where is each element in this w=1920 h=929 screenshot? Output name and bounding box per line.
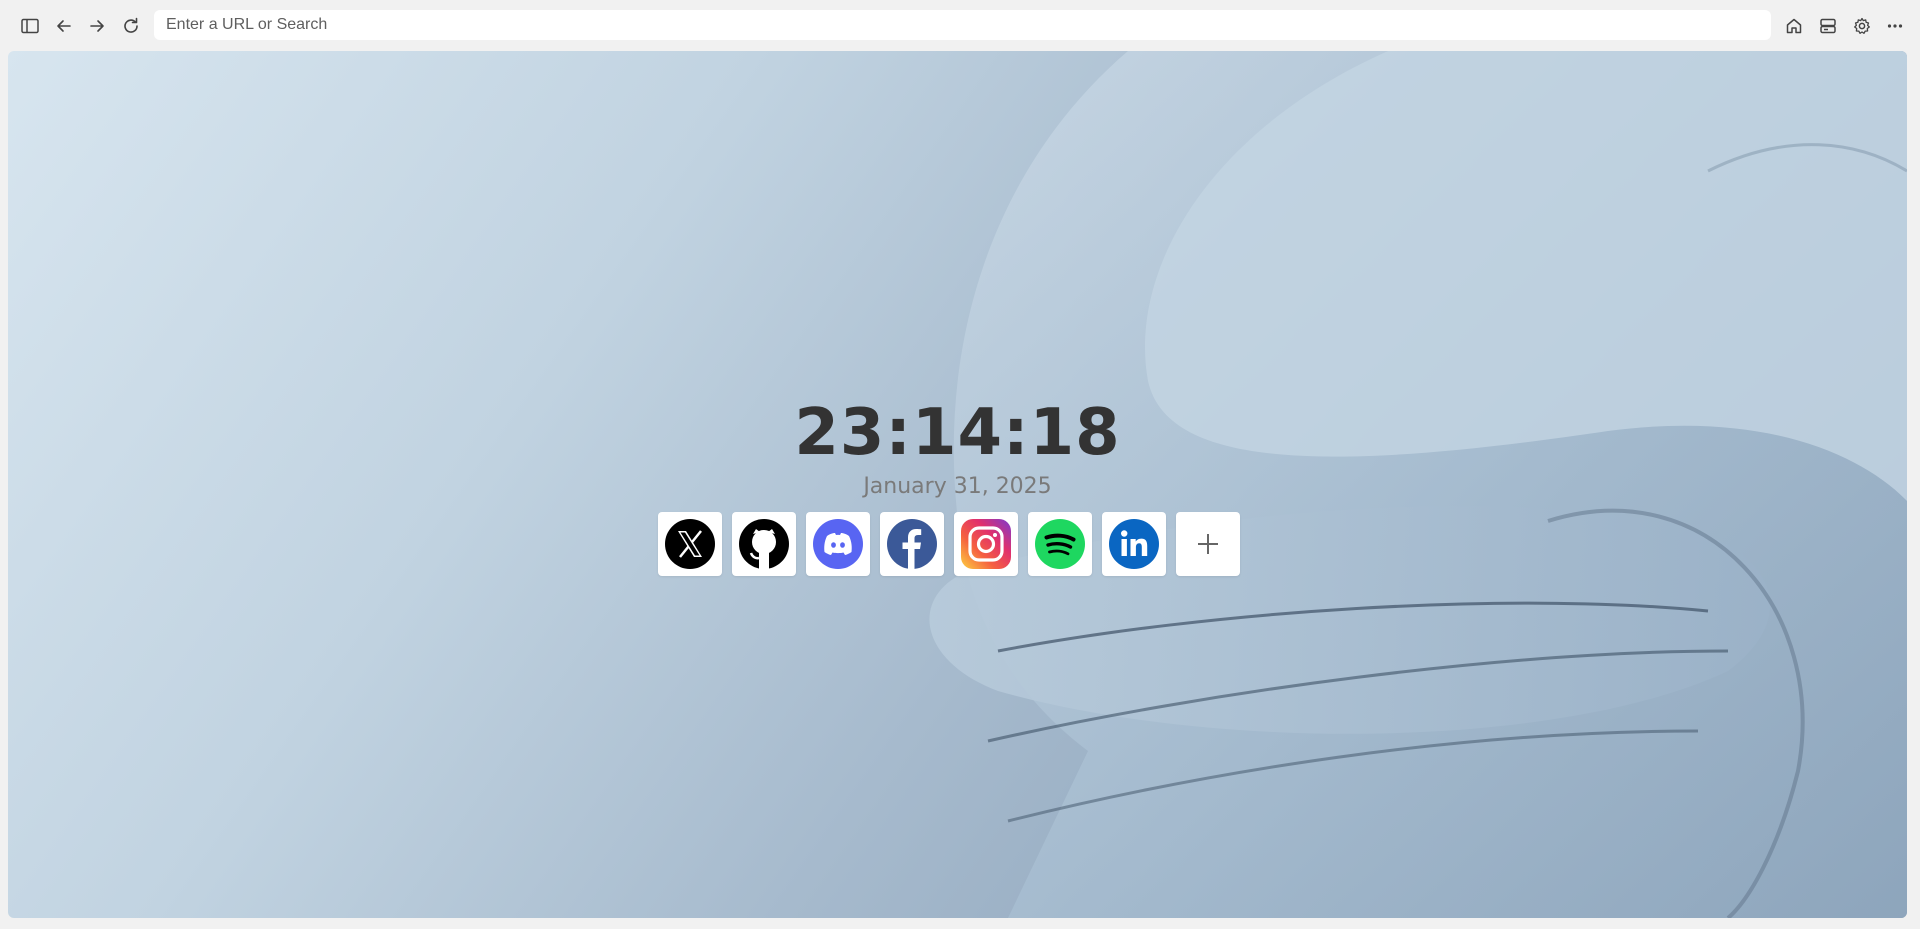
shortcut-facebook[interactable]: [880, 512, 944, 576]
spotify-icon: [1035, 519, 1085, 569]
url-input[interactable]: [164, 15, 1761, 35]
reload-button[interactable]: [117, 12, 145, 40]
storage-button[interactable]: [1814, 12, 1842, 40]
plus-icon: [1198, 534, 1218, 554]
reload-icon: [124, 17, 138, 33]
github-icon: [739, 519, 789, 569]
gear-icon: [1854, 17, 1870, 34]
linkedin-icon: [1109, 519, 1159, 569]
facebook-icon: [887, 519, 937, 569]
x-icon: [665, 519, 715, 569]
shortcut-spotify[interactable]: [1028, 512, 1092, 576]
shortcut-discord[interactable]: [806, 512, 870, 576]
clock-time: 23:14:18: [794, 396, 1121, 470]
more-button[interactable]: [1881, 12, 1909, 40]
forward-arrow-icon: [90, 20, 104, 32]
instagram-icon: [961, 519, 1011, 569]
shortcut-tiles: [658, 512, 1240, 576]
settings-button[interactable]: [1848, 12, 1876, 40]
shortcut-github[interactable]: [732, 512, 796, 576]
forward-button[interactable]: [83, 12, 111, 40]
shortcut-instagram[interactable]: [954, 512, 1018, 576]
new-tab-page: 23:14:18 January 31, 2025: [8, 51, 1907, 918]
home-button[interactable]: [1780, 12, 1808, 40]
clock-date: January 31, 2025: [863, 474, 1052, 499]
add-shortcut-button[interactable]: [1176, 512, 1240, 576]
back-button[interactable]: [50, 12, 78, 40]
storage-icon: [1820, 18, 1836, 34]
more-icon: [1887, 24, 1903, 28]
sidebar-toggle-button[interactable]: [16, 12, 44, 40]
home-icon: [1786, 18, 1802, 34]
sidebar-icon: [21, 18, 39, 34]
discord-icon: [813, 519, 863, 569]
shortcut-linkedin[interactable]: [1102, 512, 1166, 576]
back-arrow-icon: [57, 20, 71, 32]
address-bar[interactable]: [154, 10, 1771, 40]
browser-toolbar: [0, 0, 1920, 51]
shortcut-x[interactable]: [658, 512, 722, 576]
